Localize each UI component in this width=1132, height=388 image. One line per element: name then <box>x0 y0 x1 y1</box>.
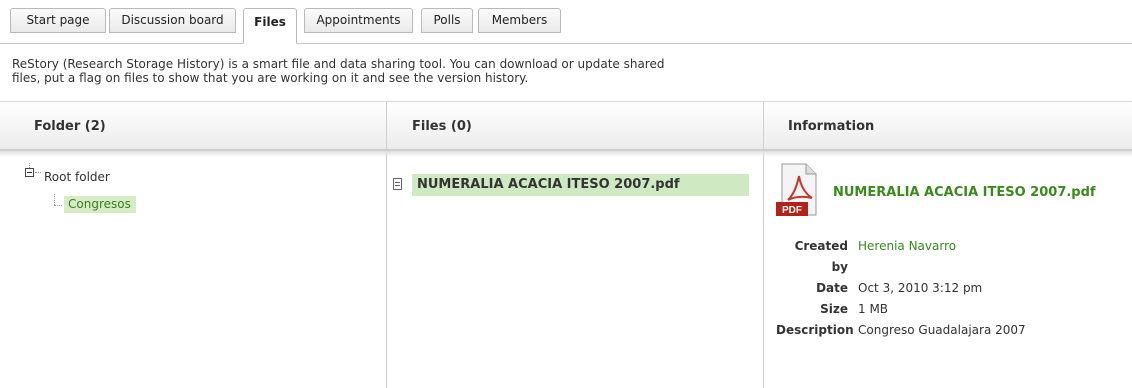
pdf-badge-label: PDF <box>782 205 802 216</box>
tree-connector <box>54 194 55 205</box>
tree-folder-congresos[interactable]: Congresos <box>64 196 136 213</box>
tab-polls[interactable]: Polls <box>421 8 473 33</box>
metadata-row: Size 1 MB <box>776 299 1026 320</box>
file-metadata: Created by Herenia Navarro Date Oct 3, 2… <box>776 236 1026 341</box>
document-icon <box>393 178 402 190</box>
metadata-key: Created by <box>794 239 848 274</box>
metadata-key: Date <box>816 281 848 295</box>
tab-start-page[interactable]: Start page <box>10 8 106 33</box>
metadata-row: Created by Herenia Navarro <box>776 236 1026 278</box>
intro-line-1: ReStory (Research Storage History) is a … <box>12 57 665 71</box>
header-shadow <box>0 151 1132 157</box>
metadata-row: Description Congreso Guadalajara 2007 <box>776 320 1026 341</box>
tab-bar: Start page Discussion board Files Appoin… <box>0 0 1132 44</box>
information-column-header: Information <box>763 101 1132 151</box>
tab-files[interactable]: Files <box>243 8 297 44</box>
intro-text: ReStory (Research Storage History) is a … <box>12 57 772 85</box>
folders-column-header: Folder (2) <box>0 101 387 151</box>
tab-members[interactable]: Members <box>478 8 561 33</box>
tab-discussion-board[interactable]: Discussion board <box>109 8 236 33</box>
pdf-file-icon: PDF <box>776 163 817 216</box>
info-file-title[interactable]: NUMERALIA ACACIA ITESO 2007.pdf <box>833 185 1096 200</box>
tab-appointments[interactable]: Appointments <box>304 8 413 33</box>
creator-link[interactable]: Herenia Navarro <box>858 236 956 278</box>
metadata-row: Date Oct 3, 2010 3:12 pm <box>776 278 1026 299</box>
tree-connector <box>54 205 62 206</box>
column-divider <box>763 101 764 388</box>
metadata-value: 1 MB <box>858 302 889 316</box>
file-list-item[interactable]: NUMERALIA ACACIA ITESO 2007.pdf <box>412 174 749 196</box>
tree-connector <box>35 172 41 173</box>
files-column-header: Files (0) <box>387 101 763 151</box>
metadata-key: Description <box>776 323 854 337</box>
metadata-value: Congreso Guadalajara 2007 <box>858 323 1026 337</box>
intro-line-2: files, put a flag on files to show that … <box>12 71 529 85</box>
column-divider <box>386 101 387 388</box>
collapse-icon[interactable] <box>25 168 34 177</box>
metadata-value: Oct 3, 2010 3:12 pm <box>858 281 983 295</box>
tree-root-folder[interactable]: Root folder <box>44 170 110 184</box>
file-name: NUMERALIA ACACIA ITESO 2007.pdf <box>417 177 680 192</box>
metadata-key: Size <box>820 302 848 316</box>
